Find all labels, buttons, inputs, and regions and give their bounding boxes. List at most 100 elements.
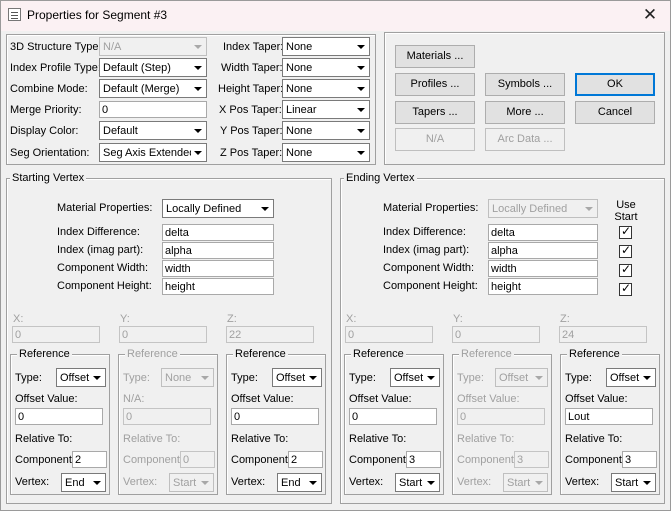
chevron-down-icon: [354, 145, 368, 160]
vertex-label: Vertex:: [231, 476, 266, 488]
seg-orientation-select[interactable]: Seg Axis Extended: [99, 143, 207, 162]
type-label: Type:: [123, 372, 150, 384]
component-height-input[interactable]: height: [488, 278, 598, 295]
vertex-select[interactable]: Start: [611, 473, 656, 492]
chevron-down-icon: [532, 370, 546, 385]
starting-vertex-group: Starting Vertex Material Properties: Loc…: [6, 172, 332, 504]
seg-orientation-label: Seg Orientation:: [10, 147, 90, 159]
offset-value-input[interactable]: 0: [231, 408, 319, 425]
chevron-down-icon: [191, 145, 205, 160]
chevron-down-icon: [582, 201, 596, 216]
component-input[interactable]: 3: [622, 451, 657, 468]
component-input: 3: [514, 451, 549, 468]
chevron-down-icon: [354, 102, 368, 117]
type-label: Type:: [231, 372, 258, 384]
index-profile-type-label: Index Profile Type:: [10, 62, 101, 74]
offset-value-input[interactable]: 0: [349, 408, 437, 425]
component-input[interactable]: 2: [72, 451, 107, 468]
component-label: Component:: [231, 454, 291, 466]
vertex-label: Vertex:: [15, 476, 50, 488]
x-pos-taper-select[interactable]: Linear: [282, 100, 370, 119]
relative-to-label: Relative To:: [15, 433, 73, 445]
height-taper-select[interactable]: None: [282, 79, 370, 98]
offset-value-input[interactable]: 0: [15, 408, 103, 425]
properties-dialog: Properties for Segment #3 ✕ 3D Structure…: [0, 0, 671, 511]
z-reference-group: Reference Type: Offset Offset Value: 0 R…: [226, 348, 326, 495]
z-pos-taper-select[interactable]: None: [282, 143, 370, 162]
relative-to-label: Relative To:: [457, 433, 515, 445]
close-icon[interactable]: ✕: [639, 4, 661, 26]
x-input: 0: [12, 326, 100, 343]
chevron-down-icon: [191, 39, 205, 54]
component-input[interactable]: 3: [406, 451, 441, 468]
reference-title: Reference: [125, 348, 180, 360]
index-difference-input[interactable]: delta: [162, 224, 274, 241]
y-input: 0: [119, 326, 207, 343]
use-start-component-width-checkbox[interactable]: [619, 262, 632, 277]
reference-title: Reference: [233, 348, 288, 360]
index-taper-select[interactable]: None: [282, 37, 370, 56]
tapers-button[interactable]: Tapers ...: [395, 101, 475, 124]
index-profile-type-select[interactable]: Default (Step): [99, 58, 207, 77]
use-start-header: Use Start: [614, 199, 638, 223]
offset-value-input[interactable]: Lout: [565, 408, 653, 425]
display-color-label: Display Color:: [10, 125, 79, 137]
reference-type-select[interactable]: Offset: [606, 368, 656, 387]
index-difference-input[interactable]: delta: [488, 224, 598, 241]
component-width-input[interactable]: width: [162, 260, 274, 277]
symbols-button[interactable]: Symbols ...: [485, 73, 565, 96]
component-height-input[interactable]: height: [162, 278, 274, 295]
material-properties-select[interactable]: Locally Defined: [162, 199, 274, 218]
chevron-down-icon: [306, 370, 320, 385]
profiles-button[interactable]: Profiles ...: [395, 73, 475, 96]
display-color-select[interactable]: Default: [99, 121, 207, 140]
chevron-down-icon: [354, 81, 368, 96]
y-reference-group: Reference Type: Offset Offset Value: 0 R…: [452, 348, 552, 495]
reference-type-select[interactable]: Offset: [56, 368, 106, 387]
merge-priority-input[interactable]: 0: [99, 101, 207, 118]
reference-title: Reference: [459, 348, 514, 360]
index-imag-input[interactable]: alpha: [488, 242, 598, 259]
index-difference-label: Index Difference:: [57, 226, 140, 238]
use-start-index-difference-checkbox[interactable]: [619, 224, 632, 239]
vertex-select[interactable]: End: [277, 473, 322, 492]
vertex-select[interactable]: Start: [395, 473, 440, 492]
type-label: Type:: [565, 372, 592, 384]
height-taper-label: Height Taper:: [218, 83, 284, 95]
material-properties-label: Material Properties:: [383, 202, 479, 214]
cancel-button[interactable]: Cancel: [575, 101, 655, 124]
chevron-down-icon: [90, 370, 104, 385]
ok-button[interactable]: OK: [575, 73, 655, 96]
chevron-down-icon: [90, 475, 104, 490]
z-label: Z:: [227, 313, 237, 325]
z-input: 24: [559, 326, 647, 343]
y-pos-taper-select[interactable]: None: [282, 121, 370, 140]
x-label: X:: [346, 313, 357, 325]
combine-mode-label: Combine Mode:: [10, 83, 88, 95]
chevron-down-icon: [258, 201, 272, 216]
use-start-index-imag-checkbox[interactable]: [619, 243, 632, 258]
chevron-down-icon: [198, 370, 212, 385]
vertex-label: Vertex:: [457, 476, 492, 488]
component-label: Component:: [565, 454, 625, 466]
vertex-select[interactable]: End: [61, 473, 106, 492]
x-input: 0: [345, 326, 433, 343]
combine-mode-select[interactable]: Default (Merge): [99, 79, 207, 98]
chevron-down-icon: [640, 475, 654, 490]
index-imag-input[interactable]: alpha: [162, 242, 274, 259]
reference-type-select[interactable]: Offset: [390, 368, 440, 387]
material-properties-select: Locally Defined: [488, 199, 598, 218]
materials-button[interactable]: Materials ...: [395, 45, 475, 68]
more-button[interactable]: More ...: [485, 101, 565, 124]
type-label: Type:: [349, 372, 376, 384]
reference-type-select[interactable]: Offset: [272, 368, 322, 387]
chevron-down-icon: [354, 60, 368, 75]
use-start-component-height-checkbox[interactable]: [619, 281, 632, 296]
offset-value-input: 0: [457, 408, 545, 425]
arc-data-button: Arc Data ...: [485, 128, 565, 151]
structure-type-label: 3D Structure Type:: [10, 41, 102, 53]
component-label: Component:: [123, 454, 183, 466]
width-taper-select[interactable]: None: [282, 58, 370, 77]
component-width-input[interactable]: width: [488, 260, 598, 277]
component-input[interactable]: 2: [288, 451, 323, 468]
